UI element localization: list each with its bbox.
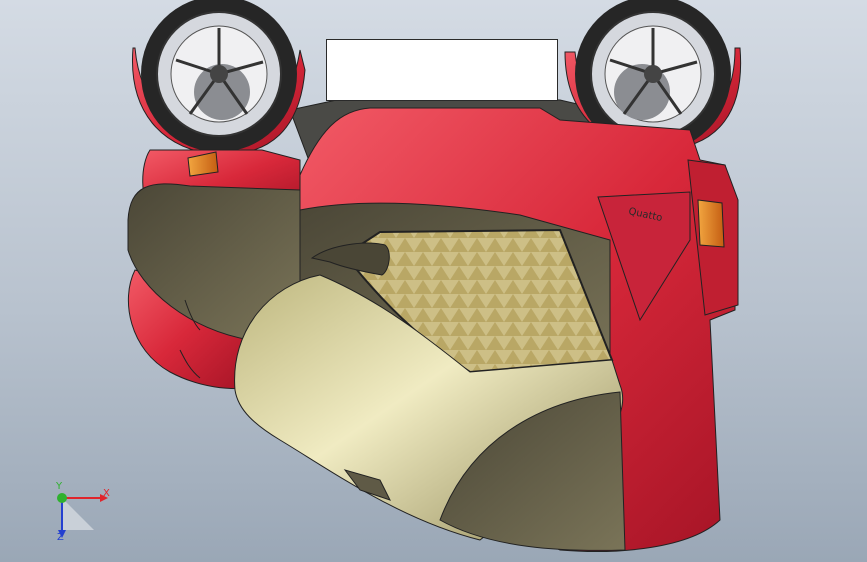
annotation-note-box[interactable]: [326, 39, 558, 101]
x-axis-label: X: [103, 488, 110, 499]
coordinate-triad: X Y Z: [40, 480, 120, 550]
exhaust-tip: [697, 199, 725, 248]
wheel-rear-left: [141, 0, 297, 152]
z-axis-label: Z: [57, 532, 64, 543]
y-axis-label: Y: [56, 481, 63, 492]
graphics-viewport[interactable]: Quatto X Y Z: [0, 0, 867, 562]
